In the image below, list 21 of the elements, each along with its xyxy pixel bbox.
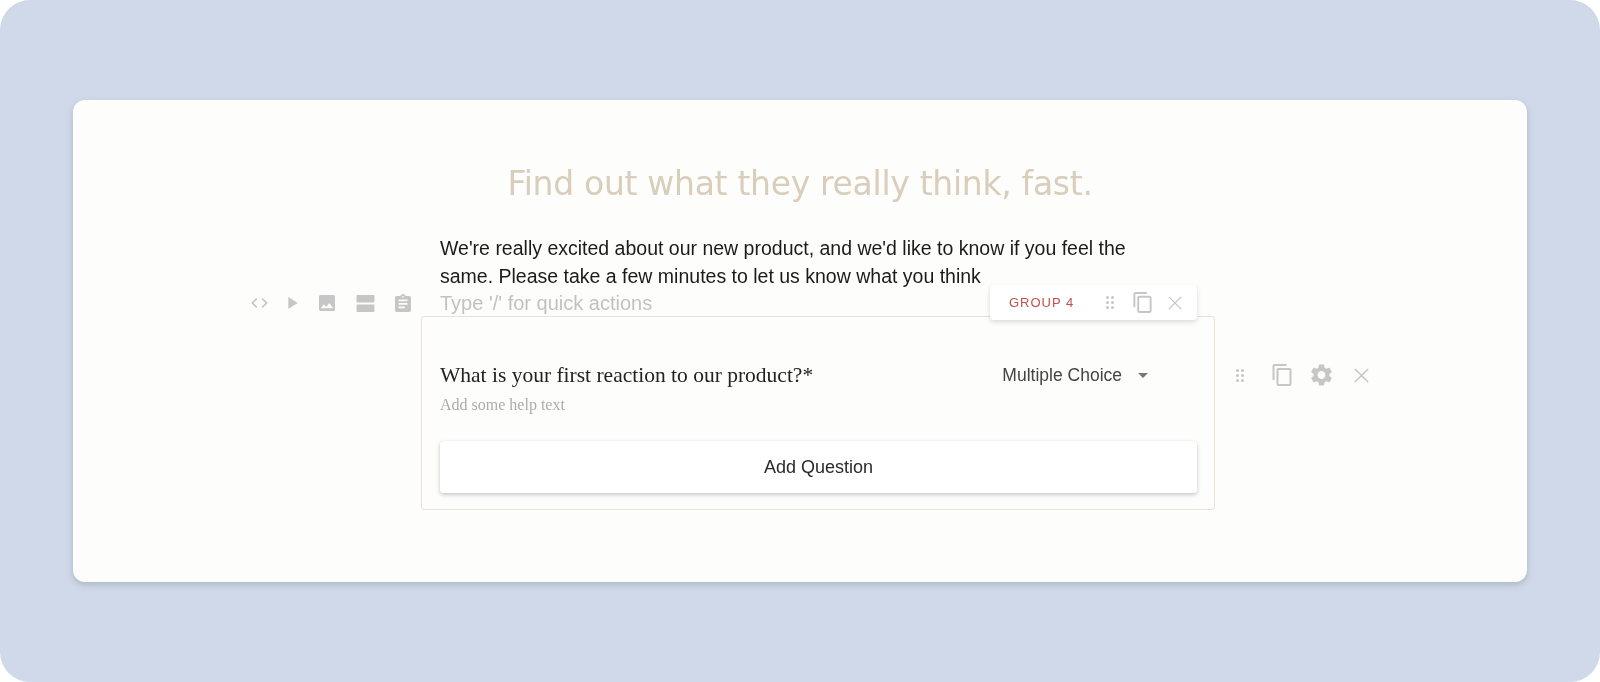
- settings-icon[interactable]: [1311, 364, 1332, 386]
- question-title-field[interactable]: What is your first reaction to our product?*: [440, 362, 814, 388]
- close-icon[interactable]: [1354, 367, 1369, 383]
- drag-handle-icon[interactable]: [1236, 368, 1244, 382]
- clipboard-icon[interactable]: [395, 294, 411, 312]
- code-icon[interactable]: [251, 298, 268, 308]
- caret-icon: [1138, 372, 1148, 378]
- drag-handle-icon[interactable]: [1106, 296, 1115, 309]
- copy-icon[interactable]: [1133, 292, 1153, 313]
- copy-icon[interactable]: [1272, 364, 1292, 386]
- play-icon[interactable]: [288, 297, 298, 309]
- page-title: Find out what they really think, fast.: [507, 163, 1093, 205]
- layout-icon[interactable]: [356, 294, 375, 312]
- question-type-dropdown[interactable]: Multiple Choice: [1002, 364, 1148, 386]
- quick-actions-field[interactable]: Type '/' for quick actions: [440, 290, 960, 316]
- add-question-button[interactable]: Add Question: [440, 441, 1197, 493]
- help-text-field[interactable]: Add some help text: [440, 395, 740, 415]
- group-label: GROUP 4: [1009, 295, 1075, 310]
- intro-text: We're really excited about our new product, and we'd like to know if you feel the same. Please take a few minutes to let us know what you think: [440, 236, 1127, 289]
- image-icon[interactable]: [319, 295, 335, 311]
- close-icon[interactable]: [1168, 295, 1183, 310]
